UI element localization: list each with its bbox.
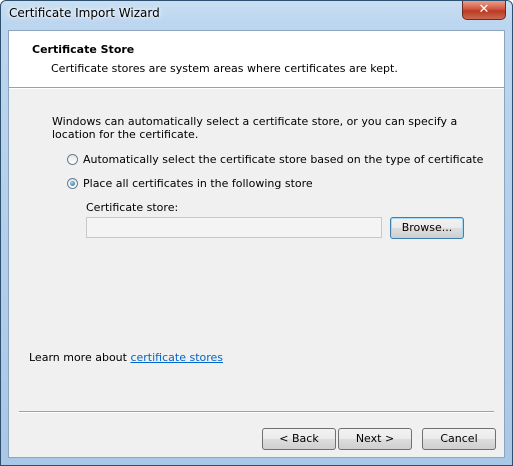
radio-selected-dot — [70, 181, 75, 186]
page-title: Certificate Store — [32, 43, 135, 56]
certificate-stores-link[interactable]: certificate stores — [130, 351, 223, 364]
certificate-store-field[interactable] — [86, 217, 382, 238]
auto-select-option[interactable]: Automatically select the certificate sto… — [67, 153, 483, 166]
manual-store-option[interactable]: Place all certificates in the following … — [67, 177, 313, 190]
header-divider — [9, 87, 504, 89]
wizard-header: Certificate Store Certificate stores are… — [9, 31, 504, 87]
close-icon: ✕ — [478, 2, 490, 17]
close-button[interactable]: ✕ — [462, 1, 506, 20]
manual-store-label[interactable]: Place all certificates in the following … — [83, 177, 313, 190]
auto-select-radio[interactable] — [67, 154, 78, 165]
learn-more-prefix: Learn more about — [29, 351, 131, 364]
manual-store-radio[interactable] — [67, 178, 78, 189]
cancel-button[interactable]: Cancel — [422, 428, 496, 450]
certificate-store-label: Certificate store: — [86, 201, 179, 214]
learn-more-text: Learn more about certificate stores — [29, 351, 223, 364]
intro-text: Windows can automatically select a certi… — [52, 115, 458, 141]
back-button[interactable]: < Back — [262, 428, 336, 450]
next-button[interactable]: Next > — [338, 428, 412, 450]
window-title: Certificate Import Wizard — [9, 6, 160, 20]
footer-divider — [19, 411, 494, 413]
wizard-window: Certificate Import Wizard ✕ Certificate … — [0, 0, 513, 466]
browse-button[interactable]: Browse... — [390, 217, 464, 239]
wizard-client-area: Certificate Store Certificate stores are… — [8, 30, 505, 458]
auto-select-label[interactable]: Automatically select the certificate sto… — [83, 153, 483, 166]
page-subtitle: Certificate stores are system areas wher… — [51, 62, 398, 75]
